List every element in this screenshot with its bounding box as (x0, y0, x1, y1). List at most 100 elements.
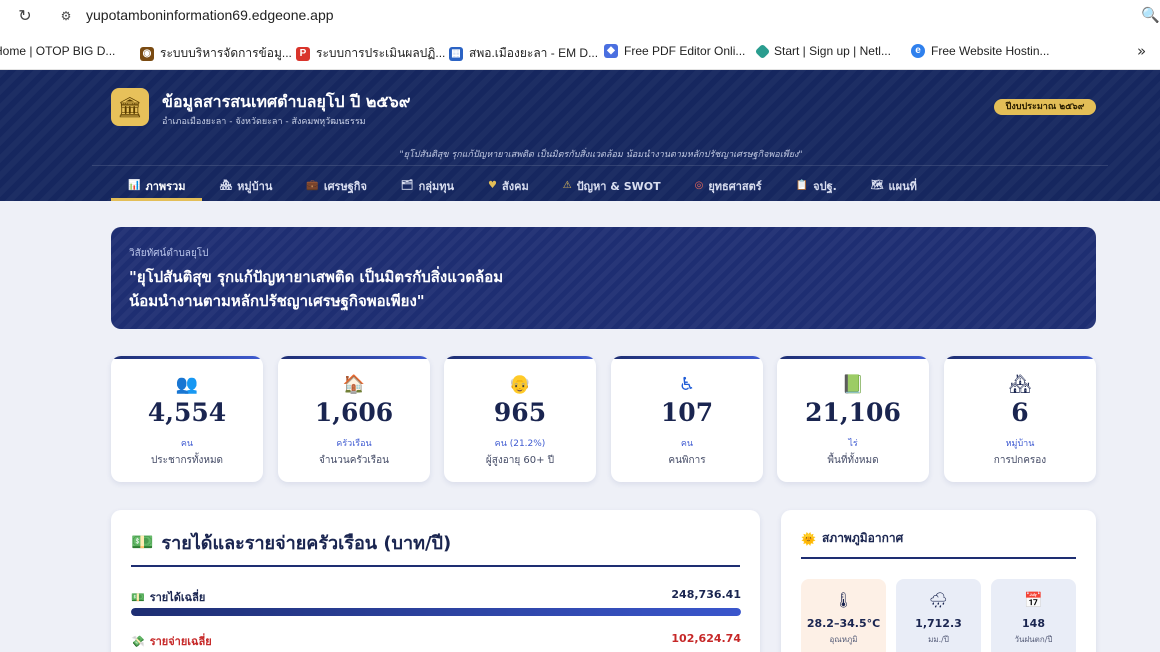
nav-tab-map[interactable]: 🗺 แผนที่ (854, 170, 934, 201)
banknote-icon: 💵 (131, 590, 145, 604)
map-icon: 🗺 (870, 180, 884, 191)
income-expense-panel: 💵 รายได้และรายจ่ายครัวเรือน (บาท/ปี) 💵 ร… (111, 510, 760, 652)
vision-label: วิสัยทัศน์ตำบลยุโป (129, 248, 209, 259)
nav-label: จปฐ. (813, 179, 837, 193)
stat-label: การปกครอง (993, 455, 1047, 466)
money-wings-icon: 💸 (131, 634, 145, 648)
bookmark-label: ระบบบริหารจัดการข้อมู... (160, 46, 292, 60)
panel-divider (131, 565, 740, 567)
panel-title-text: รายได้และรายจ่ายครัวเรือน (บาท/ปี) (161, 533, 452, 554)
weather-label: มม./ปี (928, 635, 949, 644)
expense-value: 102,624.74 (671, 632, 741, 645)
vision-banner: วิสัยทัศน์ตำบลยุโป "ยุโปสันติสุข รุกแก้ป… (111, 227, 1096, 329)
nav-tab-overview[interactable]: 📊 ภาพรวม (111, 170, 203, 201)
weather-temperature: 🌡 28.2–34.5°C อุณหภูมิ (801, 579, 886, 652)
vision-statement-line1: "ยุโปสันติสุข รุกแก้ปัญหายาเสพติด เป็นมิ… (129, 268, 504, 286)
heart-icon: ♥ (488, 180, 497, 191)
bookmark-management-system[interactable]: ◉ ระบบบริหารจัดการข้อมู... (140, 44, 292, 63)
stat-label: ประชากรทั้งหมด (150, 455, 224, 466)
bookmark-otop[interactable]: Home | OTOP BIG D... (0, 44, 115, 58)
url-text[interactable]: yupotamboninformation69.edgeone.app (86, 7, 334, 23)
stat-value: 21,106 (805, 398, 901, 427)
expense-label: รายจ่ายเฉลี่ย (149, 635, 212, 648)
nav-label: หมู่บ้าน (237, 179, 273, 193)
warning-icon: ⚠ (562, 180, 572, 191)
income-bar-track (131, 608, 741, 616)
weather-label: วันฝนตก/ปี (1014, 635, 1053, 644)
thermometer-icon: 🌡 (833, 591, 854, 609)
nav-label: เศรษฐกิจ (323, 179, 367, 193)
panel-title: 💵 รายได้และรายจ่ายครัวเรือน (บาท/ปี) (131, 528, 451, 557)
site-subtitle: อำเภอเมืองยะลา - จังหวัดยะลา - สังคมพหุว… (162, 117, 366, 127)
stat-value: 6 (1011, 398, 1029, 427)
stat-label: พื้นที่ทั้งหมด (827, 455, 879, 466)
stat-value: 107 (660, 398, 714, 427)
panel-title-text: สภาพภูมิอากาศ (821, 531, 904, 545)
site-info-icon[interactable]: ⚙ (57, 7, 75, 25)
bookmark-pdf-editor[interactable]: ◆ Free PDF Editor Onli... (604, 44, 745, 58)
stat-card-population: 👥 4,554 คน ประชากรทั้งหมด (111, 356, 263, 482)
banknote-icon: 💵 (131, 532, 154, 553)
stat-unit: คน (21.2%) (494, 439, 546, 449)
income-value: 248,736.41 (671, 588, 741, 601)
bookmark-label: ระบบการประเมินผลปฏิ... (316, 46, 446, 60)
stat-card-elderly: 👴 965 คน (21.2%) ผู้สูงอายุ 60+ ปี (444, 356, 596, 482)
weather-value: 148 (1022, 617, 1045, 630)
weather-value: 28.2–34.5°C (806, 617, 881, 630)
bookmark-label: Start | Sign up | Netl... (774, 44, 891, 58)
p-logo-icon: P (296, 46, 310, 61)
bookmarks-bar: Home | OTOP BIG D... ◉ ระบบบริหารจัดการข… (0, 33, 1160, 70)
target-icon: ◎ (694, 180, 704, 191)
nav-tab-funds[interactable]: 🗂 กลุ่มทุน (384, 170, 471, 201)
stat-unit: ครัวเรือน (336, 439, 372, 449)
folder-icon: 🗂 (400, 180, 414, 191)
bookmark-evaluation[interactable]: P ระบบการประเมินผลปฏิ... (296, 44, 445, 63)
calendar-icon: 📅 (1024, 591, 1043, 609)
people-icon: 👥 (175, 374, 199, 395)
header-motto: "ยุโปสันติสุข รุกแก้ปัญหายาเสพติด เป็นมิ… (399, 150, 803, 160)
stat-value: 1,606 (314, 398, 394, 427)
stat-card-households: 🏠 1,606 ครัวเรือน จำนวนครัวเรือน (278, 356, 430, 482)
income-row-label: 💵 รายได้เฉลี่ย (131, 588, 205, 606)
building-logo-icon: 🏛 (111, 88, 149, 126)
bookmark-label: Home | OTOP BIG D... (0, 44, 116, 58)
income-bar-fill (131, 608, 741, 616)
bookmark-hosting[interactable]: e Free Website Hostin... (911, 44, 1050, 58)
stat-label: จำนวนครัวเรือน (318, 455, 390, 466)
fiscal-year-badge: ปีงบประมาณ ๒๕๖๙ (994, 99, 1096, 115)
nav-tab-strategy[interactable]: ◎ ยุทธศาสตร์ (678, 170, 779, 201)
emblem-icon: ◉ (140, 46, 154, 61)
nav-tab-economy[interactable]: 💼 เศรษฐกิจ (289, 170, 384, 201)
browser-address-bar: ↻ ⚙ yupotamboninformation69.edgeone.app … (0, 0, 1160, 33)
nav-label: กลุ่มทุน (418, 179, 455, 193)
reload-icon[interactable]: ↻ (15, 6, 35, 26)
stat-label: คนพิการ (668, 455, 706, 466)
houses-icon: 🏘 (219, 180, 233, 191)
stat-card-villages: 🏘 6 หมู่บ้าน การปกครอง (944, 356, 1096, 482)
chevron-more-icon[interactable]: » (1137, 42, 1146, 60)
nav-tab-problems-swot[interactable]: ⚠ ปัญหา & SWOT (546, 170, 678, 201)
weather-label: อุณหภูมิ (829, 635, 858, 644)
zoom-icon[interactable]: 🔍 (1141, 6, 1160, 24)
nav-tab-society[interactable]: ♥ สังคม (471, 170, 546, 201)
pdf-editor-icon: ◆ (604, 44, 618, 58)
nav-tab-villages[interactable]: 🏘 หมู่บ้าน (202, 170, 289, 201)
weather-panel: 🌞 สภาพภูมิอากาศ 🌡 28.2–34.5°C อุณหภูมิ 🌧… (781, 510, 1096, 652)
bookmark-label: Free PDF Editor Onli... (624, 44, 746, 58)
rain-cloud-icon: 🌧 (928, 591, 949, 609)
stat-label: ผู้สูงอายุ 60+ ปี (485, 455, 555, 466)
nav-tab-basic-data[interactable]: 📋 จปฐ. (779, 170, 854, 201)
bookmark-em[interactable]: ▦ สพอ.เมืองยะลา - EM D... (449, 44, 598, 63)
bookmark-label: สพอ.เมืองยะลา - EM D... (469, 46, 599, 60)
nav-label: ปัญหา & SWOT (576, 179, 661, 193)
weather-value: 1,712.3 (915, 617, 962, 630)
hosting-icon: e (911, 44, 925, 58)
panel-divider (801, 557, 1076, 559)
wheelchair-icon: ♿ (678, 374, 696, 395)
panel-title: 🌞 สภาพภูมิอากาศ (801, 529, 903, 548)
header-divider (92, 165, 1108, 166)
bookmark-netlify[interactable]: Start | Sign up | Netl... (754, 43, 891, 59)
vision-statement-line2: น้อมนำงานตามหลักปรัชญาเศรษฐกิจพอเพียง" (129, 292, 425, 310)
weather-rain-days: 📅 148 วันฝนตก/ปี (991, 579, 1076, 652)
bookmark-label: Free Website Hostin... (931, 44, 1050, 58)
